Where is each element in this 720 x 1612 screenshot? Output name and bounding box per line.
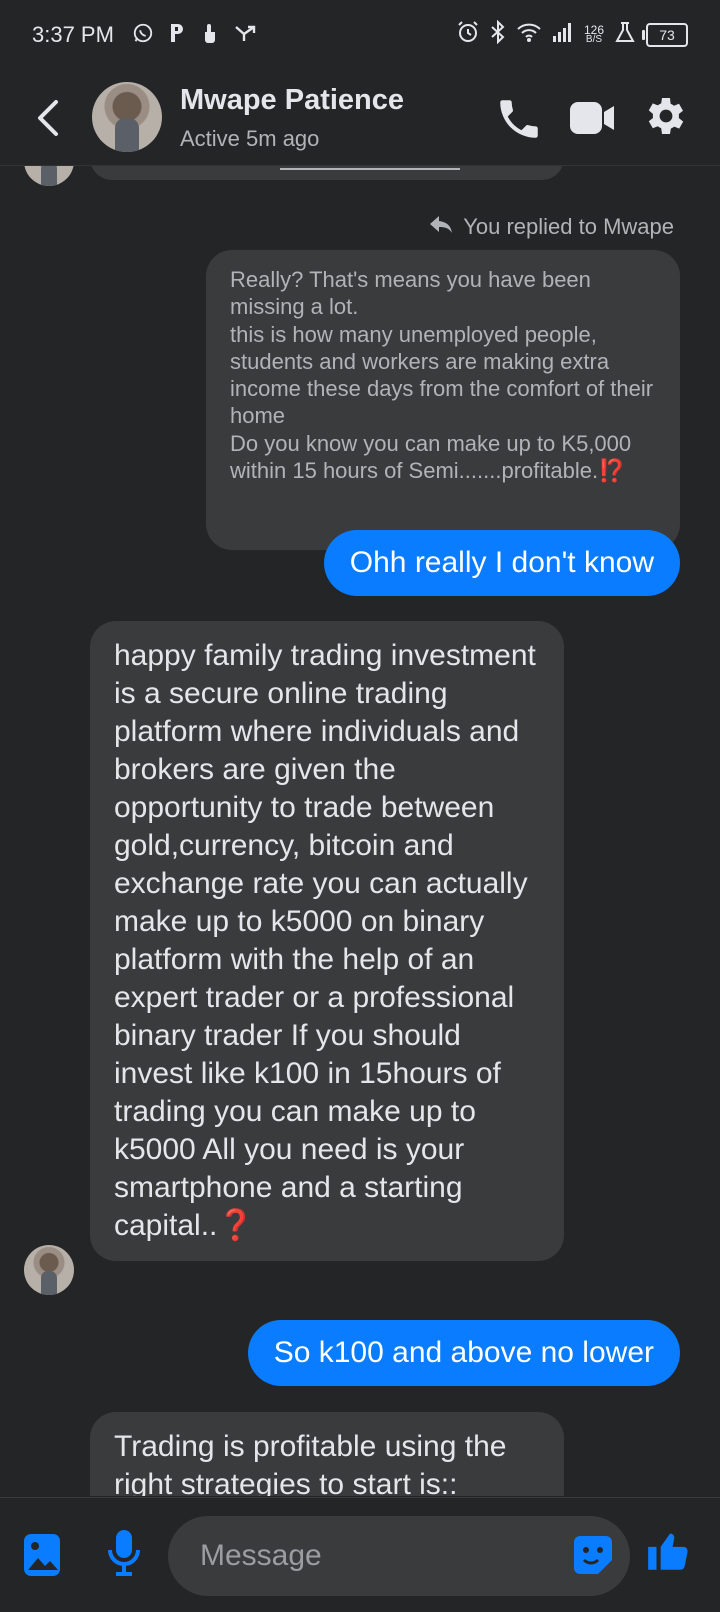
wifi-icon <box>516 21 542 49</box>
reply-arrow-icon <box>429 214 453 240</box>
message-input[interactable] <box>168 1516 630 1596</box>
contact-avatar[interactable] <box>92 82 162 152</box>
system-icons: 126 B/S 73 <box>456 19 688 50</box>
touch-icon <box>200 22 220 50</box>
bluetooth-icon <box>490 19 506 50</box>
quoted-message-bubble[interactable]: Really? That's means you have been missi… <box>206 250 680 550</box>
previous-message-bubble[interactable] <box>90 166 564 180</box>
message-composer <box>0 1497 720 1612</box>
whatsapp-icon <box>132 22 154 50</box>
message-bubble-outgoing[interactable]: So k100 and above no lower <box>247 1320 680 1386</box>
status-bar: 3:37 PM 126 B/S 73 <box>0 0 720 70</box>
video-call-icon[interactable] <box>568 98 616 143</box>
message-bubble-incoming[interactable]: Trading is profitable using the right st… <box>90 1412 564 1496</box>
reply-label: You replied to Mwape <box>463 214 674 239</box>
microphone-icon[interactable] <box>104 1528 144 1583</box>
battery-indicator: 73 <box>642 23 688 47</box>
net-speed-unit: B/S <box>585 34 603 45</box>
link-underline <box>280 168 460 170</box>
sticker-emoji-icon[interactable] <box>570 1532 616 1583</box>
message-bubble-outgoing[interactable]: Ohh really I don't know <box>323 530 680 596</box>
y-icon <box>234 23 256 49</box>
reply-indicator: You replied to Mwape <box>429 214 674 240</box>
status-time: 3:37 PM <box>32 22 114 47</box>
p-icon <box>168 22 186 50</box>
sender-avatar <box>24 166 74 186</box>
chat-header: Mwape Patience Active 5m ago <box>0 70 720 166</box>
net-speed: 126 B/S <box>584 24 604 45</box>
contact-name[interactable]: Mwape Patience <box>180 84 404 117</box>
thumbs-up-like-icon[interactable] <box>644 1526 694 1581</box>
contact-status: Active 5m ago <box>180 126 320 151</box>
signal-icon <box>552 21 574 49</box>
gallery-image-icon[interactable] <box>22 1532 62 1583</box>
notification-icons <box>132 22 256 50</box>
message-thread[interactable]: You replied to Mwape Really? That's mean… <box>0 166 720 1496</box>
flask-icon <box>614 21 636 49</box>
alarm-icon <box>456 20 480 50</box>
sender-avatar <box>24 1245 74 1295</box>
phone-call-icon[interactable] <box>494 94 544 149</box>
settings-gear-icon[interactable] <box>640 92 688 145</box>
back-arrow-icon[interactable] <box>30 94 70 142</box>
message-bubble-incoming[interactable]: happy family trading investment is a sec… <box>90 621 564 1261</box>
